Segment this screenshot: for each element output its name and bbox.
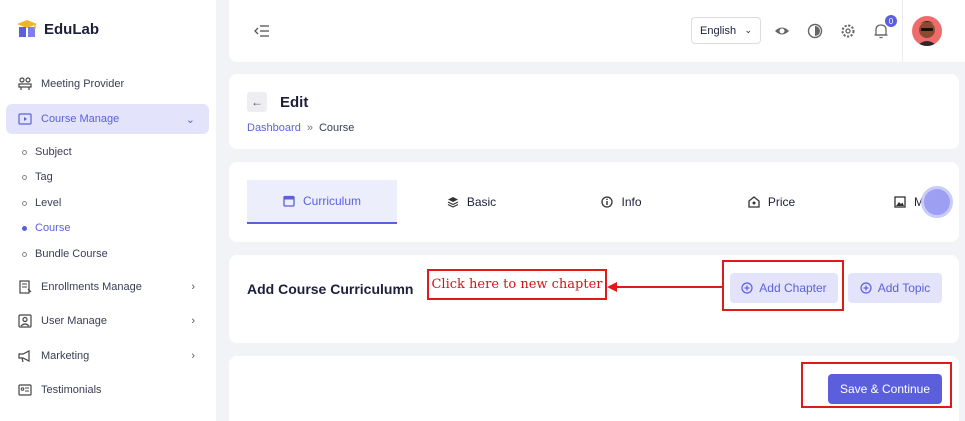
annotation-highlight-add-chapter [722, 260, 844, 311]
tab-info[interactable]: Info [559, 180, 684, 224]
add-topic-label: Add Topic [877, 281, 931, 295]
chevron-right-icon: › [191, 350, 195, 362]
notification-badge: 0 [885, 15, 897, 27]
tab-label: Curriculum [302, 194, 361, 208]
language-select[interactable]: English ⌄ [691, 17, 761, 44]
top-header: English ⌄ 0 [229, 0, 965, 62]
bullet-icon [22, 149, 27, 155]
enroll-icon [18, 280, 32, 294]
annotation-arrow-line [612, 286, 722, 288]
sidebar-subitem-bundle-course[interactable]: Bundle Course [22, 244, 108, 264]
tab-price[interactable]: Price [709, 180, 834, 224]
sidebar-item-label: Testimonials [41, 384, 102, 396]
sidebar-item-enrollments-manage[interactable]: Enrollments Manage › [6, 272, 209, 302]
sidebar-item-user-manage[interactable]: User Manage › [6, 306, 209, 336]
chevron-down-icon: ⌄ [185, 114, 195, 126]
gear-icon[interactable] [840, 23, 856, 39]
subitem-label: Subject [35, 146, 72, 158]
sidebar-item-label: Enrollments Manage [41, 281, 142, 293]
page-header-card: ← Edit Dashboard » Course [229, 74, 959, 149]
page-title: Edit [280, 94, 309, 111]
sidebar-subitem-level[interactable]: Level [22, 193, 61, 213]
testimonial-icon [18, 383, 32, 397]
course-icon [18, 112, 32, 126]
annotation-callout: Click here to new chapter [427, 269, 607, 300]
breadcrumb-separator: » [306, 122, 313, 134]
plus-circle-icon [860, 282, 872, 294]
calendar-icon [283, 195, 295, 207]
chevron-right-icon: › [191, 315, 195, 327]
meeting-icon [18, 77, 32, 91]
sidebar: EduLab Meeting Provider Course Manage ⌄ … [0, 0, 216, 421]
sidebar-item-meeting-provider[interactable]: Meeting Provider [6, 69, 209, 99]
add-topic-button[interactable]: Add Topic [848, 273, 942, 303]
bullet-icon [22, 251, 27, 257]
menu-collapse-icon[interactable] [253, 22, 271, 40]
header-divider [902, 0, 903, 62]
breadcrumb-dashboard-link[interactable]: Dashboard [247, 122, 301, 134]
bullet-icon [22, 174, 27, 180]
brand[interactable]: EduLab [16, 18, 99, 40]
back-arrow-icon[interactable]: ← [247, 92, 267, 112]
bullet-icon [22, 200, 27, 206]
brand-name: EduLab [44, 20, 99, 38]
price-tag-icon [748, 196, 760, 208]
annotation-arrow-icon [607, 282, 617, 292]
chevron-right-icon: › [191, 281, 195, 293]
sidebar-item-course-manage[interactable]: Course Manage ⌄ [6, 104, 209, 134]
tab-label: Info [621, 195, 642, 209]
megaphone-icon [18, 349, 32, 363]
tab-label: Price [767, 195, 796, 209]
subitem-label: Tag [35, 171, 53, 183]
tab-label: Basic [466, 195, 497, 209]
edulab-logo-icon [16, 18, 38, 40]
sidebar-item-label: User Manage [41, 315, 108, 327]
tab-curriculum[interactable]: Curriculum [247, 180, 397, 224]
language-value: English [700, 24, 737, 37]
image-icon [894, 196, 906, 208]
user-icon [18, 314, 32, 328]
theme-toggle-icon[interactable] [807, 23, 823, 39]
curriculum-title: Add Course Curriculumn [247, 281, 414, 297]
floating-action-button[interactable] [921, 186, 953, 218]
tabs-card: Curriculum Basic Info Price Medi [229, 162, 959, 242]
sidebar-item-testimonials[interactable]: Testimonials [6, 375, 209, 405]
chevron-down-icon: ⌄ [744, 25, 752, 35]
breadcrumb: Dashboard » Course [247, 122, 354, 134]
tab-basic[interactable]: Basic [409, 180, 534, 224]
eye-icon[interactable] [774, 23, 790, 39]
sidebar-item-marketing[interactable]: Marketing › [6, 341, 209, 371]
sidebar-subitem-course[interactable]: Course [22, 218, 70, 238]
sidebar-item-label: Course Manage [41, 113, 120, 125]
avatar[interactable] [912, 16, 942, 46]
info-icon [601, 196, 614, 208]
sidebar-subitem-subject[interactable]: Subject [22, 142, 72, 162]
subitem-label: Bundle Course [35, 248, 108, 260]
bullet-icon [22, 225, 27, 231]
layers-icon [447, 197, 459, 208]
sidebar-item-label: Meeting Provider [41, 78, 125, 90]
breadcrumb-current: Course [318, 122, 355, 134]
subitem-label: Course [35, 222, 71, 234]
subitem-label: Level [35, 197, 62, 209]
annotation-highlight-save [801, 362, 952, 408]
sidebar-item-label: Marketing [41, 350, 90, 362]
sidebar-subitem-tag[interactable]: Tag [22, 167, 53, 187]
